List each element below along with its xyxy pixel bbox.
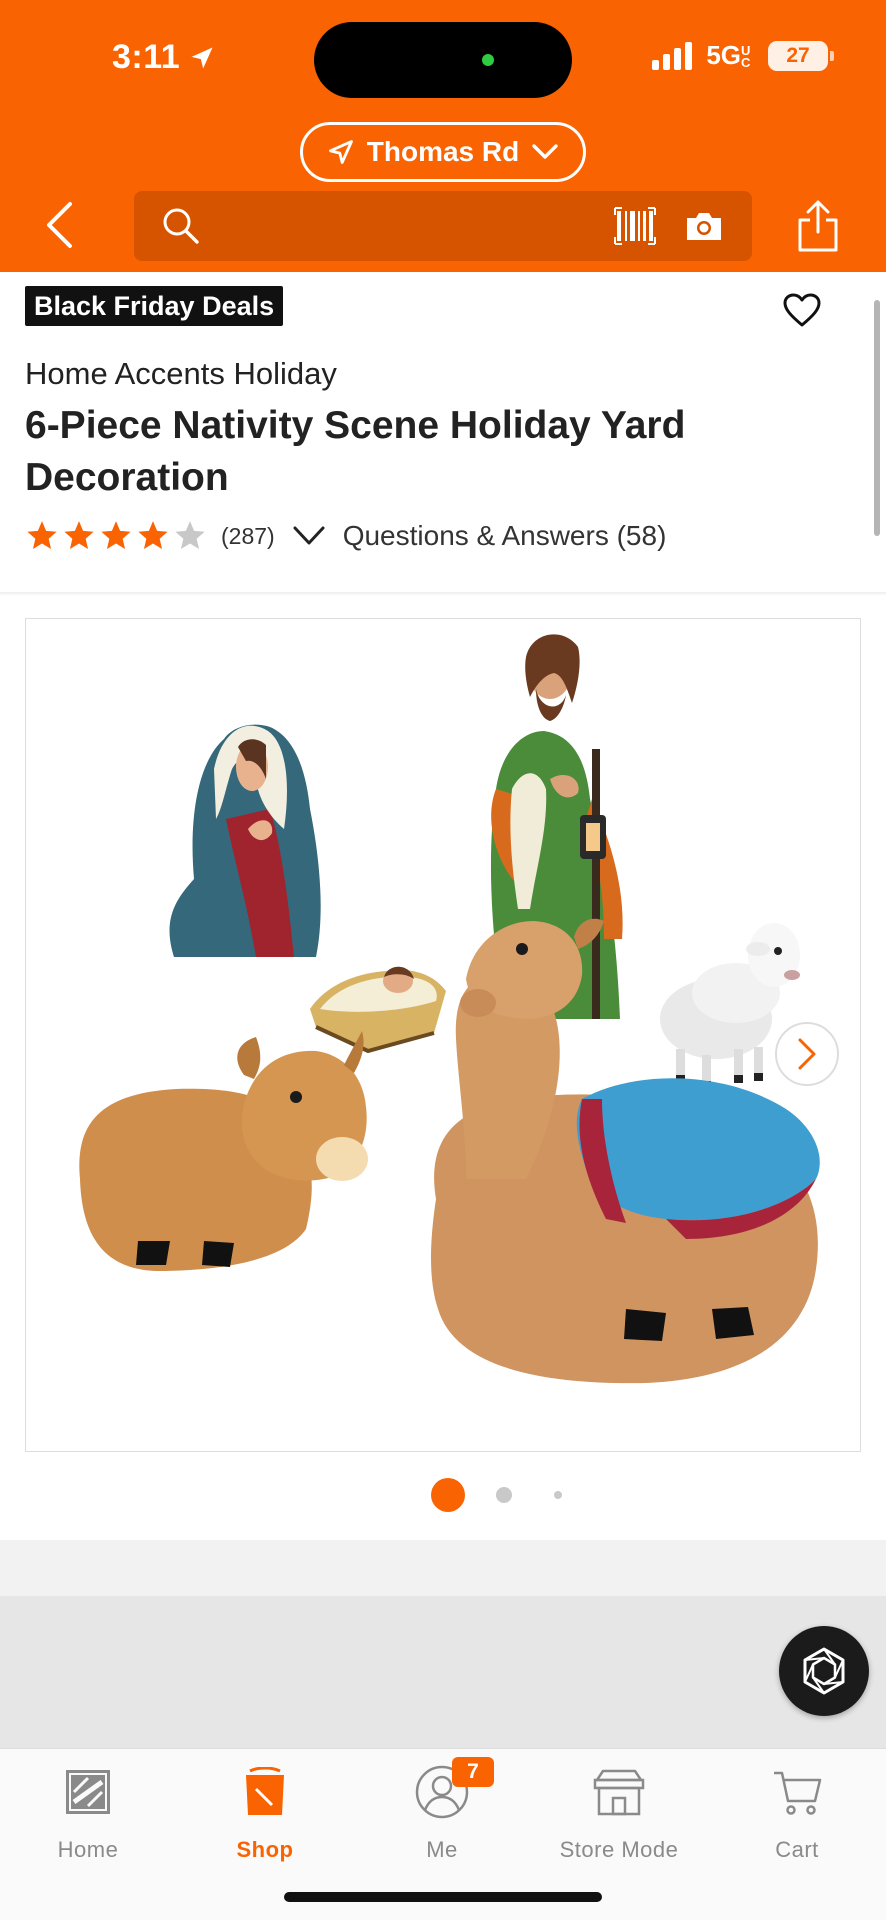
- search-icon: [163, 208, 199, 244]
- camera-icon[interactable]: [684, 209, 724, 243]
- pagination-dot-active[interactable]: [431, 1478, 465, 1512]
- star-rating: [25, 519, 207, 553]
- navigation-arrow-icon: [328, 140, 353, 164]
- section-divider: [0, 592, 886, 596]
- cart-icon: [771, 1763, 823, 1821]
- ox-figure: [79, 1031, 368, 1271]
- chevron-left-icon: [47, 202, 72, 248]
- heart-icon: [783, 293, 821, 327]
- battery-icon: 27: [768, 40, 834, 71]
- battery-level: 27: [786, 43, 810, 67]
- product-image: [79, 634, 820, 1384]
- assistant-button[interactable]: [779, 1626, 869, 1716]
- pagination-dot[interactable]: [496, 1487, 512, 1503]
- star-empty-icon: [175, 521, 205, 550]
- barcode-scan-icon[interactable]: [614, 207, 656, 245]
- shop-bucket-icon: [242, 1763, 288, 1821]
- rating-row[interactable]: (287) Questions & Answers (58): [25, 516, 666, 556]
- content-placeholder: [0, 1596, 886, 1748]
- location-label: Thomas Rd: [366, 136, 520, 167]
- dynamic-island: [314, 22, 572, 98]
- product-image-gallery[interactable]: [25, 618, 861, 1452]
- network-type: 5GUC: [706, 40, 751, 71]
- chevron-down-icon[interactable]: [293, 525, 325, 547]
- tab-label: Home: [57, 1837, 119, 1862]
- chevron-down-icon: [532, 144, 558, 159]
- deal-badge: Black Friday Deals: [25, 286, 284, 326]
- tab-label: Me: [426, 1837, 458, 1862]
- store-location-selector[interactable]: Thomas Rd: [300, 122, 586, 182]
- camera-indicator-dot: [482, 54, 494, 66]
- star-filled-icon: [101, 521, 131, 550]
- mary-figure: [169, 724, 321, 957]
- tab-label: Store Mode: [559, 1837, 679, 1862]
- back-button[interactable]: [44, 198, 88, 252]
- home-indicator: [284, 1892, 602, 1902]
- questions-answers-link[interactable]: Questions & Answers (58): [343, 520, 667, 552]
- tab-cart[interactable]: Cart: [712, 1763, 882, 1863]
- tab-store-mode[interactable]: Store Mode: [534, 1763, 704, 1863]
- location-arrow-icon: [191, 47, 213, 68]
- status-bar-time: 3:11: [112, 38, 216, 77]
- notification-badge: 7: [452, 1757, 494, 1787]
- product-brand[interactable]: Home Accents Holiday: [25, 356, 337, 392]
- tab-shop[interactable]: Shop: [180, 1763, 350, 1863]
- share-icon: [798, 200, 838, 252]
- favorite-button[interactable]: [782, 292, 822, 333]
- chevron-right-icon: [798, 1038, 816, 1070]
- tab-label: Cart: [775, 1837, 819, 1862]
- tab-home[interactable]: Home: [3, 1763, 173, 1863]
- star-filled-icon: [138, 521, 168, 550]
- scroll-indicator: [874, 300, 880, 536]
- share-button[interactable]: [796, 198, 840, 254]
- time-text: 3:11: [112, 38, 181, 76]
- star-filled-icon: [64, 521, 94, 550]
- search-input[interactable]: [134, 191, 752, 261]
- user-icon: 7: [414, 1757, 494, 1821]
- star-filled-icon: [27, 521, 57, 550]
- review-count[interactable]: (287): [221, 523, 275, 550]
- tab-me[interactable]: 7 Me: [357, 1757, 527, 1863]
- store-icon: [591, 1763, 647, 1821]
- pagination-dot[interactable]: [554, 1491, 562, 1499]
- app-header: 3:11 5GUC 27 Thomas Rd: [0, 0, 886, 272]
- baby-manger-figure: [310, 966, 446, 1054]
- product-title: 6-Piece Nativity Scene Holiday Yard Deco…: [25, 404, 686, 499]
- signal-icon: [652, 41, 693, 70]
- section-separator: [0, 1540, 886, 1596]
- hexagon-assistant-icon: [803, 1647, 845, 1695]
- status-bar-right: 5GUC 27: [652, 40, 834, 71]
- home-depot-logo-icon: [64, 1763, 112, 1821]
- next-image-button[interactable]: [775, 1022, 839, 1086]
- tab-label: Shop: [236, 1837, 294, 1862]
